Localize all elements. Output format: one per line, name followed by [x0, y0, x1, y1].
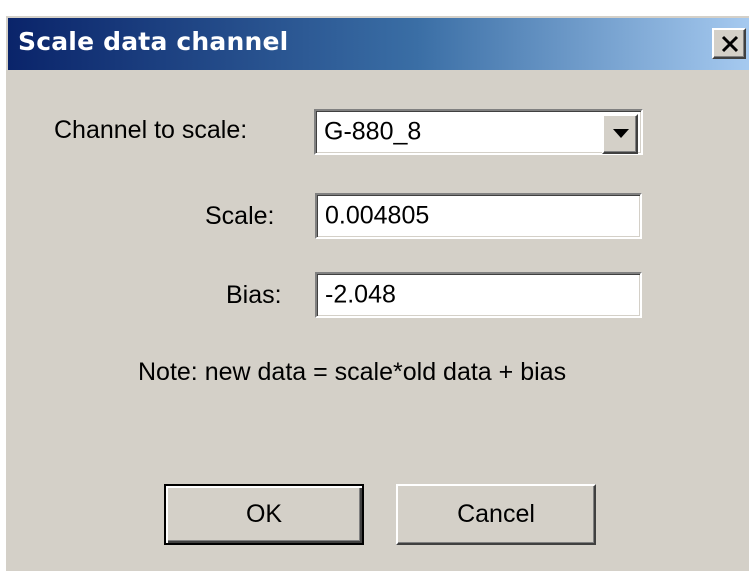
close-x-icon — [721, 35, 739, 53]
channel-select[interactable]: G-880_8 — [314, 109, 643, 155]
dropdown-button[interactable] — [602, 114, 638, 154]
scale-input-value: 0.004805 — [325, 201, 430, 230]
scale-label: Scale: — [205, 202, 275, 230]
title-bar[interactable]: Scale data channel — [8, 18, 749, 70]
window-title: Scale data channel — [18, 27, 289, 56]
formula-note: Note: new data = scale*old data + bias — [138, 358, 567, 386]
channel-label: Channel to scale: — [54, 116, 248, 144]
ok-button[interactable]: OK — [164, 484, 364, 545]
bias-input[interactable]: -2.048 — [315, 272, 642, 318]
cancel-button[interactable]: Cancel — [396, 484, 596, 545]
bias-input-value: -2.048 — [325, 280, 396, 309]
close-button[interactable] — [712, 28, 746, 59]
scale-input[interactable]: 0.004805 — [315, 193, 642, 239]
chevron-down-icon — [613, 129, 629, 138]
bias-label: Bias: — [226, 281, 282, 309]
channel-select-value: G-880_8 — [324, 117, 422, 146]
scale-data-channel-dialog: Scale data channel Channel to scale: G-8… — [4, 14, 749, 571]
